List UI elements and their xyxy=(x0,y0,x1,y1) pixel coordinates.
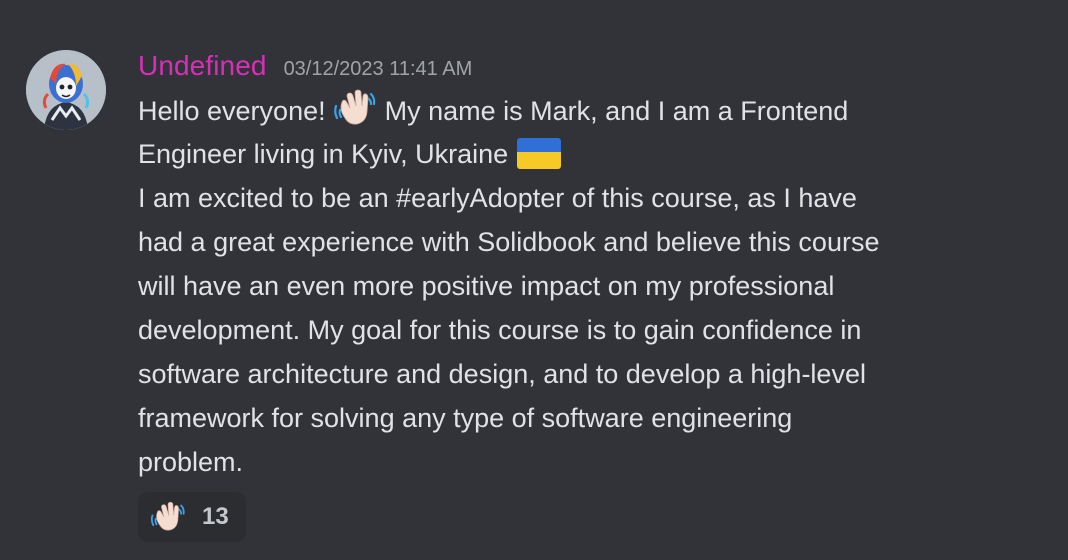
reaction-count: 13 xyxy=(202,503,229,530)
message-text: Hello everyone! xyxy=(138,96,326,126)
message-text: I am excited to be an #earlyAdopter of t… xyxy=(138,183,857,213)
waving-hand-icon xyxy=(150,499,186,535)
message-text: will have an even more positive impact o… xyxy=(138,271,835,301)
reaction-button[interactable]: 13 xyxy=(138,492,246,542)
message-line: framework for solving any type of softwa… xyxy=(138,396,1038,440)
message-text: problem. xyxy=(138,447,244,477)
message-content: Hello everyone! My name is Mark, and I a… xyxy=(138,88,1038,484)
message-text: had a great experience with Solidbook an… xyxy=(138,227,880,257)
message-header: Undefined 03/12/2023 11:41 AM xyxy=(138,50,472,86)
message-line: had a great experience with Solidbook an… xyxy=(138,220,1038,264)
message-text: My name is Mark, and I am a Frontend xyxy=(384,96,849,126)
chat-message: Undefined 03/12/2023 11:41 AM Hello ever… xyxy=(0,0,1068,560)
message-line: Hello everyone! My name is Mark, and I a… xyxy=(138,88,1038,132)
timestamp[interactable]: 03/12/2023 11:41 AM xyxy=(284,58,473,81)
message-line: I am excited to be an #earlyAdopter of t… xyxy=(138,176,1038,220)
avatar[interactable] xyxy=(26,50,106,130)
message-text: software architecture and design, and to… xyxy=(138,359,866,389)
message-line: problem. xyxy=(138,440,1038,484)
message-text: Engineer living in Kyiv, Ukraine xyxy=(138,139,509,169)
message-line: development. My goal for this course is … xyxy=(138,308,1038,352)
username[interactable]: Undefined xyxy=(138,50,267,82)
message-text: framework for solving any type of softwa… xyxy=(138,403,793,433)
message-line: will have an even more positive impact o… xyxy=(138,264,1038,308)
message-line: Engineer living in Kyiv, Ukraine xyxy=(138,132,1038,176)
astronaut-avatar-icon xyxy=(26,50,106,130)
message-line: software architecture and design, and to… xyxy=(138,352,1038,396)
message-text: development. My goal for this course is … xyxy=(138,315,862,345)
